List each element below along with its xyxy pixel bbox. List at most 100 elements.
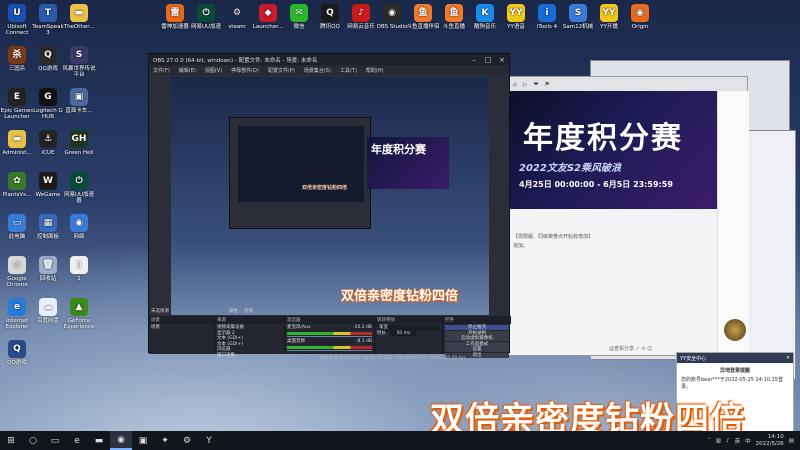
play-tab-icon[interactable]: ▷ bbox=[523, 81, 528, 88]
desktop-shortcut[interactable]: ⚙ steam bbox=[220, 4, 254, 30]
desktop-shortcut[interactable]: Q QQ游戏 bbox=[31, 46, 65, 72]
close-icon[interactable]: × bbox=[495, 56, 509, 64]
volume-slider[interactable] bbox=[287, 349, 372, 351]
desktop-shortcut[interactable]: 🗑 回收站 bbox=[31, 256, 65, 282]
desktop-shortcut[interactable]: 杀三国杀 bbox=[0, 46, 34, 72]
obs-menu-item[interactable]: 视图(V) bbox=[205, 67, 222, 74]
heart-tab-icon[interactable]: ❤ bbox=[533, 81, 538, 88]
obs-preview[interactable]: 双倍亲密度钻粉四倍 年度积分赛 双倍亲密度钻粉四倍 bbox=[171, 77, 489, 315]
avatar[interactable] bbox=[724, 319, 746, 341]
yy-live-icon: YY bbox=[600, 4, 618, 22]
desktop-shortcut[interactable]: ⏻ 网易UU加速 bbox=[189, 4, 223, 30]
recycle-bin-icon: 🗑 bbox=[39, 256, 57, 274]
desktop-shortcut[interactable]: ◎ Google Chrome bbox=[0, 256, 34, 288]
desktop-shortcut[interactable]: ♪ 网易云音乐 bbox=[344, 4, 378, 30]
desktop-shortcut[interactable]: 鱼斗鱼直播 bbox=[437, 4, 471, 30]
duration-input[interactable]: 50 ms bbox=[390, 330, 417, 336]
obs-control-button[interactable]: 工作室模式 bbox=[445, 341, 509, 347]
browser-bottom-bar[interactable]: @查看分享 ✓ ⊙ ☺ bbox=[609, 345, 652, 352]
obs-menu-item[interactable]: 场景集合(S) bbox=[304, 67, 331, 74]
desktop-shortcut[interactable]: S Sam12机械 bbox=[561, 4, 595, 30]
desktop-shortcut[interactable]: T TeamSpeak 3 bbox=[31, 4, 65, 36]
obs-title-text: OBS 27.0.0 (64-bit, windows) - 配置文件: 未命名… bbox=[153, 57, 318, 64]
desktop-shortcut[interactable]: ▦ 控制面板 bbox=[31, 214, 65, 240]
obs-titlebar[interactable]: OBS 27.0.0 (64-bit, windows) - 配置文件: 未命名… bbox=[149, 54, 509, 65]
clock[interactable]: 14:10 2022/5/26 bbox=[756, 434, 784, 448]
obs-taskbar-icon[interactable]: ◉ bbox=[110, 431, 132, 450]
ime-mode-indicator[interactable]: 中 bbox=[745, 437, 751, 445]
desktop-shortcut[interactable]: Q QQ游戏 bbox=[0, 340, 34, 366]
event-banner[interactable]: 年度积分赛 2022文友S2乘风破浪 4月25日 00:00:00 - 6月5日… bbox=[509, 91, 717, 209]
desktop-shortcut[interactable]: ▲ GeForce Experience bbox=[62, 298, 96, 330]
desktop-shortcut[interactable]: ☁ 百度网盘 bbox=[31, 298, 65, 324]
source-item[interactable]: 窗口采集 bbox=[217, 353, 282, 359]
ime-lang-indicator[interactable]: 英 bbox=[735, 437, 741, 445]
store-icon[interactable]: ▣ bbox=[132, 431, 154, 450]
close-icon[interactable]: × bbox=[786, 355, 790, 361]
network-tray-icon[interactable]: ▥ bbox=[716, 438, 721, 444]
windows-start-icon[interactable]: ⊞ bbox=[0, 431, 22, 450]
obs-menu-item[interactable]: 帮助(H) bbox=[366, 67, 384, 74]
notification-center-icon[interactable]: ▤ bbox=[789, 438, 794, 444]
desktop-shortcut[interactable]: ▬ TheOther... bbox=[62, 4, 96, 30]
desktop-shortcut[interactable]: W WeGame bbox=[31, 172, 65, 198]
shortcut-label: PlantsVs... bbox=[2, 192, 32, 198]
obs-menu-item[interactable]: 文件(F) bbox=[153, 67, 170, 74]
desktop-shortcut[interactable]: e Internet Explorer bbox=[0, 298, 34, 330]
tray-chevron-icon[interactable]: ˄ bbox=[708, 438, 711, 444]
desktop-shortcut[interactable]: YY YY语音 bbox=[499, 4, 533, 30]
obs-control-button[interactable]: 启动虚拟摄像机 bbox=[445, 336, 509, 341]
obs-window[interactable]: OBS 27.0.0 (64-bit, windows) - 配置文件: 未命名… bbox=[148, 53, 511, 361]
desktop-shortcut[interactable]: U Ubisoft Connect bbox=[0, 4, 34, 36]
desktop-shortcut[interactable]: Q 腾讯QQ bbox=[313, 4, 347, 30]
file-explorer-icon[interactable]: ▬ bbox=[88, 431, 110, 450]
desktop-shortcut[interactable]: ◉ OBS Studio bbox=[375, 4, 409, 30]
volume-slider[interactable] bbox=[287, 335, 372, 337]
desktop-shortcut[interactable]: S 风暴世界传说平台 bbox=[62, 46, 96, 78]
desktop-shortcut[interactable]: i iTools 4 bbox=[530, 4, 564, 30]
desktop-shortcut[interactable]: 雷雷神加速器 bbox=[158, 4, 192, 30]
desktop-shortcut[interactable]: ▬ Administ... bbox=[0, 130, 34, 156]
desktop-shortcut[interactable]: GH Green Hell bbox=[62, 130, 96, 156]
mixer-channel: 桌面音频 -8.1 dB bbox=[287, 339, 372, 351]
task-view-icon[interactable]: ▭ bbox=[44, 431, 66, 450]
wechat-icon: ✉ bbox=[290, 4, 308, 22]
desktop-shortcut[interactable]: 鱼斗鱼直播伴侣 bbox=[406, 4, 440, 30]
obs-menu-item[interactable]: 停靠部件(D) bbox=[231, 67, 259, 74]
properties-tab[interactable]: 属性 bbox=[229, 308, 238, 314]
desktop-shortcut[interactable]: ⚓ iCUE bbox=[31, 130, 65, 156]
obs-control-button[interactable]: 设置 bbox=[445, 347, 509, 352]
steam-taskbar-icon[interactable]: ⚙ bbox=[176, 431, 198, 450]
filters-tab[interactable]: 滤镜 bbox=[244, 308, 253, 314]
obs-control-button[interactable]: 停止推流 bbox=[445, 325, 509, 330]
obs-menu-item[interactable]: 编辑(E) bbox=[179, 67, 196, 74]
desktop-shortcut[interactable]: K 酷狗音乐 bbox=[468, 4, 502, 30]
desktop-shortcut[interactable]: G Logitech G HUB bbox=[31, 88, 65, 120]
browser-window[interactable]: ⌂ ▷ ❤ ⚑ 年度积分赛 2022文友S2乘风破浪 4月25日 00:00:0… bbox=[508, 76, 749, 357]
volume-icon[interactable]: ♪ bbox=[726, 438, 730, 444]
desktop-shortcut[interactable]: ▣ 直面卡车... bbox=[62, 88, 96, 114]
desktop-shortcut[interactable]: ◆ Launcher... bbox=[251, 4, 285, 30]
obs-control-button[interactable]: 开始录制 bbox=[445, 330, 509, 336]
search-icon[interactable]: ○ bbox=[22, 431, 44, 450]
yy-taskbar-icon[interactable]: Y bbox=[198, 431, 220, 450]
desktop-shortcut[interactable]: ◉ 网络 bbox=[62, 214, 96, 240]
desktop-shortcut[interactable]: ▯ 1 bbox=[62, 256, 96, 282]
obs-menu-item[interactable]: 工具(T) bbox=[340, 67, 357, 74]
maximize-icon[interactable]: □ bbox=[481, 56, 495, 64]
desktop-shortcut[interactable]: YY YY开播 bbox=[592, 4, 626, 30]
desktop-shortcut[interactable]: ▭ 此电脑 bbox=[0, 214, 34, 240]
edge-icon[interactable]: e bbox=[66, 431, 88, 450]
body-line: 追加。 bbox=[513, 243, 529, 249]
desktop-shortcut[interactable]: ◉ Origin bbox=[623, 4, 657, 30]
obs-menu-item[interactable]: 配置文件(P) bbox=[268, 67, 295, 74]
flag-tab-icon[interactable]: ⚑ bbox=[544, 81, 549, 88]
scene-item[interactable]: 场景 bbox=[151, 325, 212, 331]
desktop-shortcut[interactable]: E Epic Games Launcher bbox=[0, 88, 34, 120]
desktop-shortcut[interactable]: ✿ PlantsVs... bbox=[0, 172, 34, 198]
desktop-shortcut[interactable]: ⏻ 网易UU加速器 bbox=[62, 172, 96, 204]
desktop-shortcut[interactable]: ✉ 微信 bbox=[282, 4, 316, 30]
game-icon[interactable]: ✦ bbox=[154, 431, 176, 450]
home-tab-icon[interactable]: ⌂ bbox=[513, 81, 517, 88]
minimize-icon[interactable]: – bbox=[467, 56, 481, 64]
